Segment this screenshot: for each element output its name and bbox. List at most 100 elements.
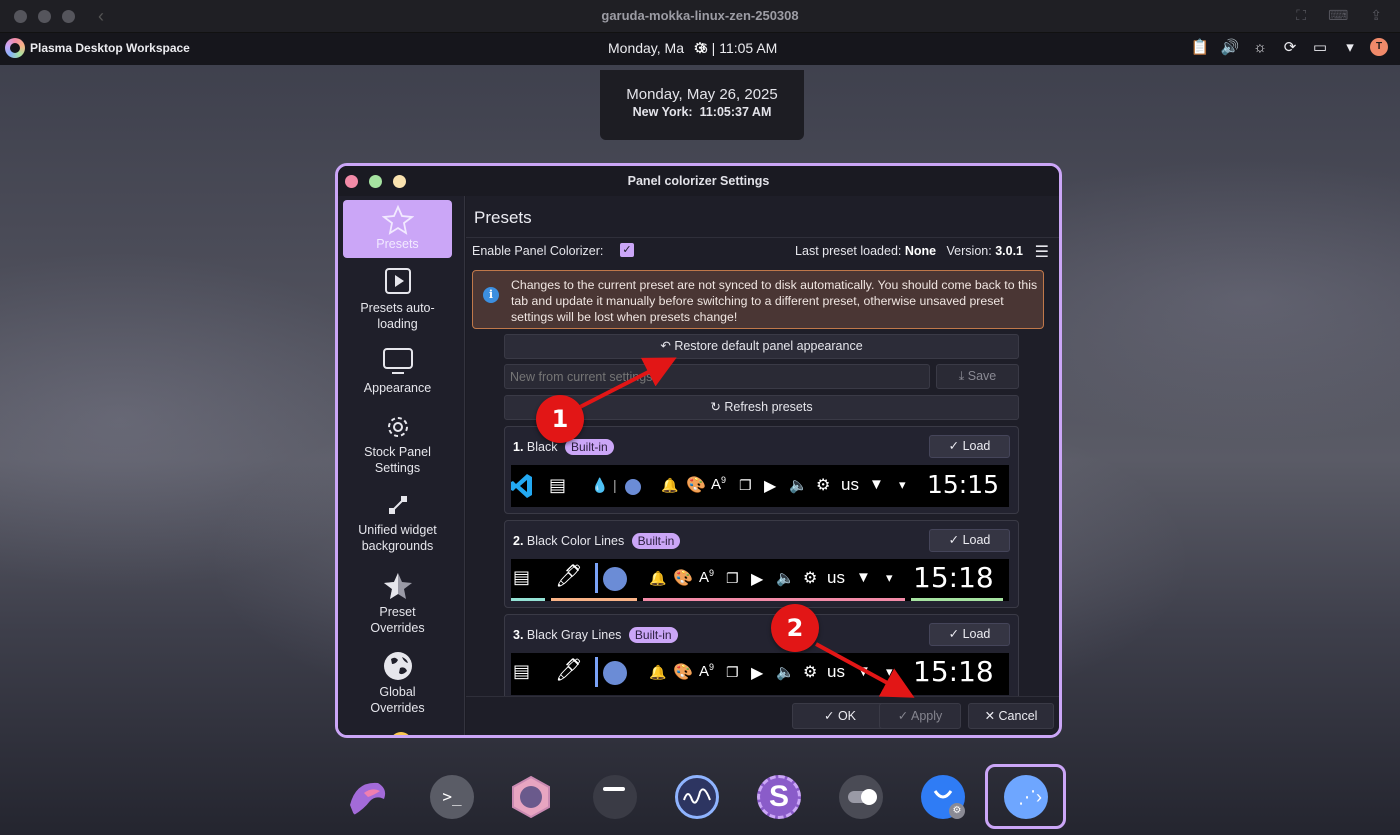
display-icon[interactable]: ▭ xyxy=(1310,38,1330,56)
restore-default-button[interactable]: ↶ Restore default panel appearance xyxy=(504,334,1019,359)
load-button[interactable]: ✓ Load xyxy=(929,623,1010,646)
garuda-logo-icon[interactable] xyxy=(5,38,25,58)
load-label: Load xyxy=(962,439,991,453)
restore-label: Restore default panel appearance xyxy=(674,339,863,353)
wifi-icon: ▼ xyxy=(869,476,884,493)
apply-button[interactable]: ✓ Apply xyxy=(879,703,961,729)
settings-sidebar: Presets Presets auto-loading Appearance … xyxy=(338,196,465,735)
dialog-titlebar: Panel colorizer Settings xyxy=(338,166,1059,196)
garuda-settings-icon[interactable] xyxy=(509,775,553,819)
preset-name: Black Gray Lines xyxy=(526,628,622,642)
bell-icon: 🔔 xyxy=(661,477,679,493)
last-preset-info: Last preset loaded: None Version: 3.0.1 xyxy=(795,244,1023,258)
preset-name: Black Color Lines xyxy=(526,534,625,548)
user-avatar[interactable]: T xyxy=(1370,38,1388,56)
new-preset-input[interactable] xyxy=(504,364,930,389)
s-app-icon[interactable]: S xyxy=(757,775,801,819)
bell-icon: 🔔 xyxy=(649,664,667,680)
preview-clock: 15:15 xyxy=(927,470,1000,499)
panel-icon: ▤ xyxy=(513,661,531,681)
wifi-icon: ▼ xyxy=(856,663,871,680)
underline-green xyxy=(911,598,1003,601)
load-button[interactable]: ✓ Load xyxy=(929,435,1010,458)
preset-number: 3. xyxy=(513,628,524,642)
play-box-icon xyxy=(384,268,411,294)
chevron-down-icon[interactable]: ▾ xyxy=(1340,38,1360,56)
page-title: Presets xyxy=(474,208,532,227)
workspace-name[interactable]: Plasma Desktop Workspace xyxy=(30,41,190,55)
circle-icon xyxy=(603,567,627,591)
info-icon: i xyxy=(483,287,499,303)
package-manager-icon[interactable]: ⚙ xyxy=(921,775,965,819)
preset-number: 1. xyxy=(513,440,524,454)
notes-icon: A9 xyxy=(699,662,715,680)
play-icon: ▶ xyxy=(751,665,764,682)
presets-page: Presets Enable Panel Colorizer: ✓ Last p… xyxy=(466,196,1059,735)
enable-checkbox[interactable]: ✓ xyxy=(620,243,634,257)
volume-icon[interactable]: 🔊 xyxy=(1220,38,1240,56)
notes-icon: A9 xyxy=(699,568,715,586)
version-label: Version: xyxy=(946,244,992,258)
dialog-title: Panel colorizer Settings xyxy=(627,174,770,188)
sidebar-label-presets: Presets xyxy=(376,237,419,251)
clipboard-icon[interactable]: 📋 xyxy=(1190,38,1210,56)
system-tray: 📋 🔊 ☼ ⟳ ▭ ▾ T xyxy=(1190,38,1388,56)
sidebar-item-stock-panel-settings[interactable]: Stock Panel Settings xyxy=(343,414,452,482)
built-in-badge: Built-in xyxy=(631,533,681,549)
palette-icon: 🎨 xyxy=(673,570,693,587)
sidebar-item-appearance[interactable]: Appearance xyxy=(343,346,452,402)
volume-icon: 🔈 xyxy=(776,570,795,587)
built-in-badge: Built-in xyxy=(564,439,614,455)
sidebar-item-global-overrides[interactable]: Global Overrides xyxy=(343,650,452,718)
keyboard-layout: us xyxy=(841,475,859,494)
sidebar-item-presets[interactable]: Presets xyxy=(343,200,452,258)
sidebar-item-preset-overrides[interactable]: Preset Overrides xyxy=(343,570,452,638)
popup-date: Monday, May 26, 2025 xyxy=(626,86,778,103)
bell-icon: 🔔 xyxy=(649,570,667,586)
load-label: Load xyxy=(962,627,991,641)
presets-scroll-area[interactable]: ↶ Restore default panel appearance ⤓ Sav… xyxy=(466,334,1059,696)
hamburger-menu-icon[interactable]: ☰ xyxy=(1035,242,1049,262)
divider xyxy=(466,237,1059,238)
sidebar-item-unified-widget[interactable]: Unified widget backgrounds xyxy=(343,492,452,560)
download-icon: ⤓ xyxy=(958,369,965,383)
sidebar-label-unified-widget: Unified widget backgrounds xyxy=(358,523,437,553)
brightness-icon[interactable]: ☼ xyxy=(1250,39,1270,56)
load-button[interactable]: ✓ Load xyxy=(929,529,1010,552)
clipboard-icon: ❐ xyxy=(739,477,752,493)
ok-button[interactable]: ✓ OK xyxy=(792,703,888,729)
gear-icon[interactable]: ⚙ xyxy=(690,39,710,59)
info-banner: i Changes to the current preset are not … xyxy=(472,270,1044,329)
keyboard-icon[interactable]: ⌨ xyxy=(1328,7,1348,24)
palette-icon: 🎨 xyxy=(686,477,706,494)
update-icon[interactable]: ⟳ xyxy=(1280,38,1300,56)
terminal-icon[interactable]: >_ xyxy=(430,775,474,819)
system-monitor-icon[interactable] xyxy=(675,775,719,819)
chevron-down-icon: ▾ xyxy=(886,570,893,585)
volume-icon: 🔈 xyxy=(776,664,795,681)
palette-icon: 🎨 xyxy=(673,664,693,681)
garuda-eagle-icon[interactable] xyxy=(346,775,390,819)
panel-colorizer-icon[interactable]: ⋰› xyxy=(1004,775,1048,819)
keyboard-layout: us xyxy=(827,662,845,681)
sidebar-label-presets-autoloading: Presets auto-loading xyxy=(360,301,435,331)
share-icon[interactable]: ⇪ xyxy=(1370,7,1382,24)
preset-card-black-color-lines: 2. Black Color Lines Built-in ✓ Load ▤ 🖊… xyxy=(504,520,1019,608)
gear-icon: ⚙ xyxy=(816,477,831,494)
half-star-icon xyxy=(383,573,412,599)
window-icon[interactable] xyxy=(593,775,637,819)
save-button[interactable]: ⤓ Save xyxy=(936,364,1019,389)
annotation-marker-1: 1 xyxy=(536,395,584,443)
drop-icon: 💧 xyxy=(591,477,609,493)
preview-clock: 15:18 xyxy=(913,655,994,688)
color-picker-icon: 🖊 xyxy=(555,657,583,682)
toggle-icon[interactable] xyxy=(839,775,883,819)
save-label: Save xyxy=(967,369,997,383)
cancel-button[interactable]: ✕ Cancel xyxy=(968,703,1054,729)
ok-label: OK xyxy=(837,709,856,723)
chevron-down-icon: ▾ xyxy=(899,477,906,492)
preset-preview: ▤ 💧 | 🔔 🎨 A9 ❐ ▶ 🔈 ⚙ us ▼ ▾ 15:15 xyxy=(511,465,1009,507)
fullscreen-icon[interactable]: ⛶ xyxy=(1296,7,1306,24)
circle-icon xyxy=(603,661,627,685)
sidebar-item-presets-autoloading[interactable]: Presets auto-loading xyxy=(343,266,452,336)
